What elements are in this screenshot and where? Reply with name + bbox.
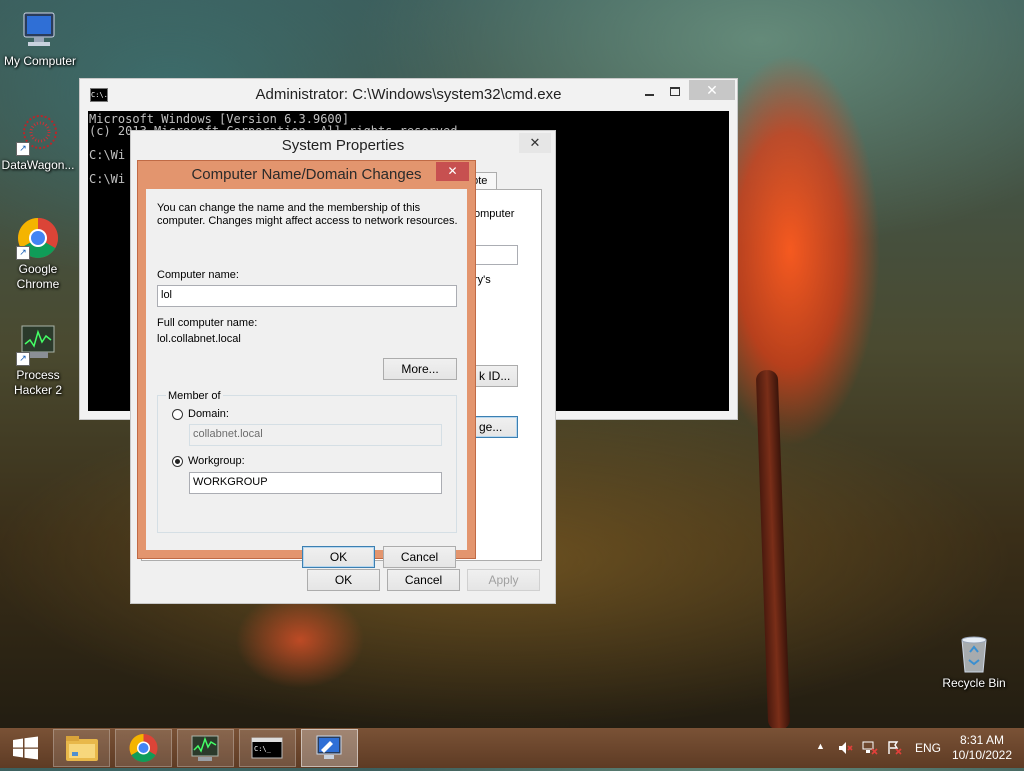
shortcut-arrow-icon: ↗ [16,352,30,366]
domain-radio[interactable] [172,409,183,420]
action-center-icon[interactable] [886,740,902,759]
desktop-icon-google-chrome[interactable]: ↗ Google Chrome [0,216,76,292]
language-indicator[interactable]: ENG [915,741,941,755]
computer-name-label: Computer name: [157,269,239,281]
desktop-icon-label: Process Hacker 2 [13,368,63,397]
start-button[interactable] [0,728,50,768]
recycle-bin-icon [952,630,996,674]
chrome-icon [129,734,158,762]
desktop-icon-datawagon[interactable]: ↗ DataWagon... [0,112,76,173]
network-id-button[interactable]: k ID... [474,365,518,387]
wallpaper-flower-stem [755,369,791,731]
more-button[interactable]: More... [383,358,457,380]
datawagon-icon: ↗ [16,112,60,156]
taskbar: C:\_ ▲ ENG 8:31 AM 10/10/2022 [0,728,1024,768]
desktop-icon-label: My Computer [3,54,77,68]
full-computer-name-label: Full computer name: [157,317,258,329]
desktop-icon-label: DataWagon... [1,158,75,172]
panel-text-fragment: omputer [474,208,515,220]
shortcut-arrow-icon: ↗ [16,246,30,260]
system-properties-title: System Properties [281,137,405,154]
close-button[interactable]: ✕ [519,133,551,153]
panel-text-fragment: ry's [474,274,491,286]
full-computer-name-value: lol.collabnet.local [157,333,241,345]
network-icon[interactable] [862,740,878,759]
change-button[interactable]: ge... [474,416,518,438]
domain-field[interactable]: collabnet.local [189,424,442,446]
close-icon: ✕ [706,82,718,98]
close-icon: ✕ [447,164,458,178]
process-hacker-icon: ↗ [16,322,60,366]
minimize-button[interactable] [636,83,662,101]
maximize-button[interactable] [662,83,688,101]
show-hidden-icons-button[interactable]: ▲ [816,741,825,751]
cancel-button[interactable]: Cancel [383,546,456,568]
button-label: ge... [479,420,503,434]
taskbar-cmd[interactable]: C:\_ [239,729,296,767]
computer-name-field[interactable]: lol [157,285,457,307]
clock-time: 8:31 AM [959,733,1005,747]
workgroup-radio-label[interactable]: Workgroup: [188,455,245,467]
workgroup-field[interactable]: WORKGROUP [189,472,442,494]
maximize-icon [670,87,680,96]
clock[interactable]: 8:31 AM 10/10/2022 [948,733,1016,763]
cmd-icon: C:\_ [251,737,283,759]
close-button[interactable]: ✕ [436,162,469,181]
folder-icon [66,736,98,761]
desktop-icon-my-computer[interactable]: My Computer [2,8,78,69]
computer-icon [316,735,342,759]
ok-button[interactable]: OK [302,546,375,568]
process-hacker-icon [191,735,219,761]
taskbar-chrome[interactable] [115,729,172,767]
computer-name-dialog[interactable]: Computer Name/Domain Changes ✕ You can c… [138,161,475,568]
member-of-group: Member of Domain: collabnet.local Workgr… [157,390,457,533]
taskbar-file-explorer[interactable] [53,729,110,767]
taskbar-process-hacker[interactable] [177,729,234,767]
domain-radio-label[interactable]: Domain: [188,408,229,420]
shortcut-arrow-icon: ↗ [16,142,30,156]
workgroup-radio[interactable] [172,456,183,467]
computer-icon [18,8,62,52]
windows-logo-icon [13,736,38,760]
cancel-button[interactable]: Cancel [387,569,460,591]
dialog-title: Computer Name/Domain Changes [191,166,422,183]
button-label: k ID... [479,369,511,383]
desktop-icon-recycle-bin[interactable]: Recycle Bin [936,630,1012,691]
clock-date: 10/10/2022 [951,748,1013,762]
desktop-icon-label: Recycle Bin [942,676,1006,690]
dialog-description: You can change the name and the membersh… [157,202,458,227]
desktop-icon-process-hacker[interactable]: ↗ Process Hacker 2 [0,322,76,398]
taskbar-system-properties[interactable] [301,729,358,767]
desktop-icon-label: Google Chrome [16,262,60,291]
close-button[interactable]: ✕ [689,80,735,100]
chrome-icon: ↗ [16,216,60,260]
member-of-label: Member of [166,390,223,402]
minimize-icon [644,94,654,96]
close-icon: ✕ [529,135,541,150]
svg-text:C:\_: C:\_ [254,745,272,753]
radio-selected-dot [175,459,180,464]
ok-button[interactable]: OK [307,569,380,591]
volume-icon[interactable] [837,740,853,759]
panel-input-fragment[interactable] [474,245,518,265]
chevron-up-icon: ▲ [816,741,825,751]
apply-button[interactable]: Apply [467,569,540,591]
